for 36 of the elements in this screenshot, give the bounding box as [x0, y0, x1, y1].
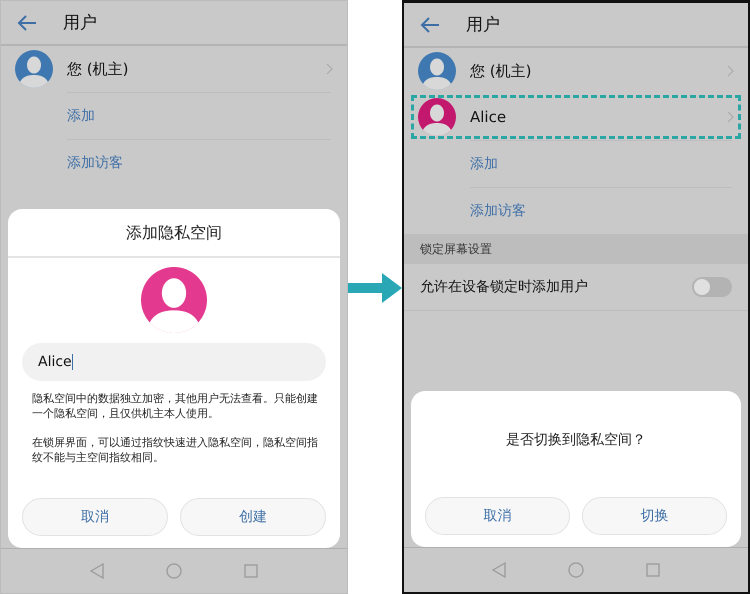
- dialog-button[interactable]: 切换: [582, 497, 727, 535]
- action-link[interactable]: 添加访客: [470, 202, 526, 220]
- dialog-button[interactable]: 取消: [22, 498, 168, 536]
- back-icon[interactable]: [17, 14, 37, 30]
- chevron-icon: [727, 65, 734, 77]
- toggle-switch[interactable]: [692, 277, 732, 297]
- recents-nav-icon[interactable]: [244, 564, 258, 578]
- highlighted-user-row[interactable]: Alice: [410, 94, 742, 140]
- info-text: 隐私空间中的数据独立加密，其他用户无法查看。只能创建一个隐私空间，且仅供机主本人使用。: [32, 391, 318, 421]
- user-row[interactable]: 您 (机主): [1, 46, 347, 92]
- name-input[interactable]: Alice: [22, 343, 326, 381]
- user-row[interactable]: 您 (机主): [404, 48, 748, 94]
- section-header: 锁定屏幕设置: [404, 234, 748, 264]
- info-text: 在锁屏界面，可以通过指纹快速进入隐私空间，隐私空间指纹不能与主空间指纹相同。: [32, 435, 318, 465]
- toggle-label: 允许在设备锁定时添加用户: [420, 278, 588, 296]
- action-link[interactable]: 添加访客: [67, 154, 123, 172]
- home-nav-icon[interactable]: [568, 562, 584, 578]
- page-title: 用户: [466, 14, 500, 36]
- back-nav-icon[interactable]: [90, 563, 104, 579]
- arrow-icon: [348, 271, 402, 305]
- recents-nav-icon[interactable]: [646, 563, 660, 577]
- user-name: 您 (机主): [470, 62, 532, 80]
- user-name: 您 (机主): [67, 60, 130, 78]
- dialog-button[interactable]: 创建: [180, 498, 326, 536]
- chevron-icon: [727, 111, 734, 123]
- action-link[interactable]: 添加: [67, 107, 95, 125]
- chevron-icon: [326, 63, 333, 75]
- dialog-button[interactable]: 取消: [425, 497, 570, 535]
- dialog-title: 添加隐私空间: [8, 209, 340, 258]
- home-nav-icon[interactable]: [166, 563, 182, 579]
- back-nav-icon[interactable]: [492, 562, 506, 578]
- user-name: Alice: [470, 108, 508, 126]
- action-link[interactable]: 添加: [470, 155, 498, 173]
- dialog-message: 是否切换到隐私空间？: [506, 431, 646, 450]
- back-icon[interactable]: [420, 16, 440, 32]
- page-title: 用户: [63, 12, 97, 34]
